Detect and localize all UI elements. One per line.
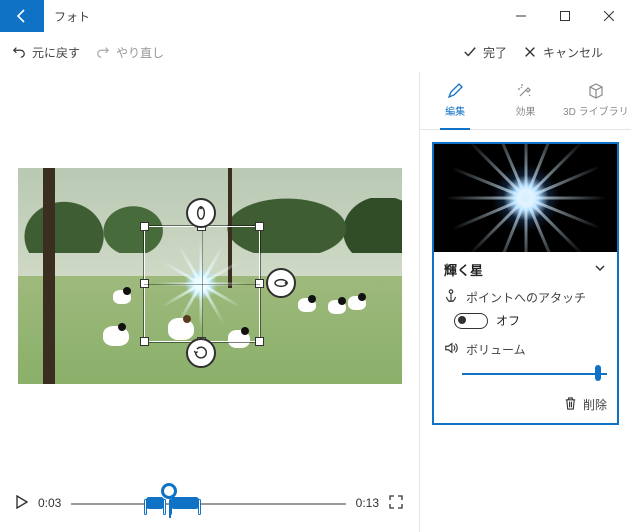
effect-thumbnail[interactable] xyxy=(434,144,617,252)
resize-handle[interactable] xyxy=(255,222,264,231)
trash-icon xyxy=(564,397,577,413)
volume-icon xyxy=(444,341,458,358)
redo-button[interactable]: やり直し xyxy=(96,44,164,61)
timeline-clip[interactable] xyxy=(171,497,199,509)
volume-slider[interactable] xyxy=(462,362,607,384)
undo-label: 元に戻す xyxy=(32,44,80,61)
tab-label: 効果 xyxy=(515,103,535,118)
timeline-clip[interactable] xyxy=(146,497,164,509)
maximize-button[interactable] xyxy=(543,0,587,32)
collapse-button[interactable] xyxy=(593,261,607,278)
delete-label: 削除 xyxy=(583,396,607,413)
attach-label: ポイントへのアタッチ xyxy=(466,289,586,306)
timeline-total: 0:13 xyxy=(356,496,379,510)
resize-handle[interactable] xyxy=(140,279,149,288)
resize-handle[interactable] xyxy=(255,337,264,346)
tab-effects[interactable]: 効果 xyxy=(490,72,560,129)
play-button[interactable] xyxy=(16,495,28,512)
selection-box[interactable] xyxy=(144,226,260,342)
resize-handle[interactable] xyxy=(255,279,264,288)
tab-label: 編集 xyxy=(445,103,465,118)
minimize-button[interactable] xyxy=(499,0,543,32)
cancel-button[interactable]: キャンセル xyxy=(523,44,603,61)
rotate-z-button[interactable] xyxy=(186,338,216,368)
redo-label: やり直し xyxy=(116,44,164,61)
resize-handle[interactable] xyxy=(140,222,149,231)
anchor-icon xyxy=(444,289,458,306)
app-title: フォト xyxy=(44,0,100,32)
toggle-state: オフ xyxy=(496,312,520,329)
rotate-y-button[interactable] xyxy=(186,198,216,228)
effect-name: 輝く星 xyxy=(444,260,483,279)
done-button[interactable]: 完了 xyxy=(463,44,507,61)
fullscreen-button[interactable] xyxy=(389,495,403,512)
undo-button[interactable]: 元に戻す xyxy=(12,44,80,61)
volume-label: ボリューム xyxy=(466,341,526,358)
video-canvas[interactable] xyxy=(18,168,402,384)
cancel-label: キャンセル xyxy=(543,44,603,61)
tab-label: 3D ライブラリ xyxy=(563,103,629,118)
back-button[interactable] xyxy=(0,0,44,32)
tab-3d-library[interactable]: 3D ライブラリ xyxy=(561,72,631,129)
resize-handle[interactable] xyxy=(140,337,149,346)
attach-toggle[interactable] xyxy=(454,313,488,329)
rotate-x-button[interactable] xyxy=(266,268,296,298)
effect-panel: 輝く星 ポイントへのアタッチ オフ ボリューム xyxy=(432,142,619,425)
timeline-track[interactable] xyxy=(71,493,345,513)
done-label: 完了 xyxy=(483,44,507,61)
timeline-current: 0:03 xyxy=(38,496,61,510)
close-window-button[interactable] xyxy=(587,0,631,32)
delete-effect-button[interactable]: 削除 xyxy=(434,388,617,423)
tab-edit[interactable]: 編集 xyxy=(420,72,490,129)
